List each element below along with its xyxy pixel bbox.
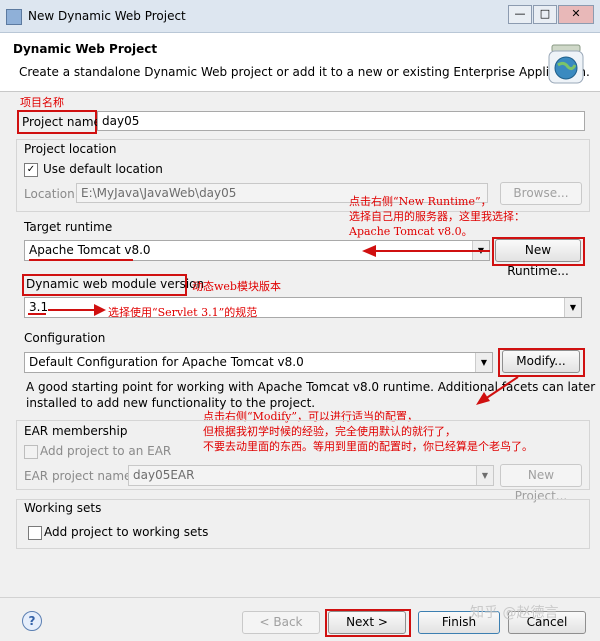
target-runtime-label: Target runtime (24, 220, 113, 234)
watermark: 知乎 @赵德言 (470, 605, 559, 621)
ear-project-select[interactable]: day05EAR ▼ (128, 465, 494, 486)
annotation-line: 选择自己用的服务器，这里我选择： (349, 210, 525, 223)
annotation-line: 点击右侧“New Runtime”， (349, 195, 492, 208)
ear-project-value: day05EAR (133, 468, 195, 482)
new-ear-project-button[interactable]: New Project... (500, 464, 582, 503)
configuration-value: Default Configuration for Apache Tomcat … (29, 355, 304, 369)
project-name-annotation: 项目名称 (20, 96, 64, 109)
runtime-underline (29, 259, 133, 261)
configuration-description-2: installed to add new functionality to th… (26, 396, 316, 410)
project-name-label: Project name: (22, 115, 105, 129)
help-icon[interactable]: ? (22, 611, 42, 631)
configuration-select[interactable]: Default Configuration for Apache Tomcat … (24, 352, 493, 373)
add-to-ear-checkbox[interactable] (24, 445, 38, 459)
arrow-to-runtime-icon (362, 245, 490, 257)
module-version-value: 3.1 (29, 300, 49, 314)
chevron-down-icon: ▼ (475, 353, 492, 372)
chevron-down-icon: ▼ (476, 466, 493, 485)
use-default-location-label: Use default location (43, 162, 163, 176)
wizard-header: Dynamic Web Project Create a standalone … (0, 33, 600, 92)
ear-membership-label: EAR membership (24, 424, 128, 438)
module-version-underline (28, 313, 46, 315)
add-to-ear-label: Add project to an EAR (40, 444, 172, 458)
module-version-annotation: 动态web模块版本 (192, 280, 281, 293)
app-icon (6, 9, 22, 25)
arrow-to-modify-icon (476, 376, 519, 405)
location-label: Location: (24, 187, 79, 201)
close-button[interactable]: ✕ (558, 5, 594, 24)
modify-highlight (498, 348, 585, 377)
add-to-working-sets-label: Add project to working sets (44, 525, 209, 539)
working-sets-label: Working sets (24, 501, 102, 515)
project-location-label: Project location (24, 142, 117, 156)
window-title: New Dynamic Web Project (28, 9, 186, 23)
working-sets-group (16, 499, 590, 549)
module-version-label: Dynamic web module version (26, 277, 205, 291)
title-bar: New Dynamic Web Project — □ ✕ (0, 0, 600, 33)
next-highlight (325, 609, 411, 637)
arrow-to-servlet-icon (48, 304, 106, 316)
back-button[interactable]: < Back (242, 611, 320, 634)
add-to-working-sets-checkbox[interactable] (28, 526, 42, 540)
minimize-button[interactable]: — (508, 5, 532, 24)
new-runtime-annotation: 点击右侧“New Runtime”， 选择自己用的服务器，这里我选择： Apac… (349, 194, 525, 239)
use-default-location-checkbox[interactable]: ✓ (24, 163, 38, 177)
target-runtime-value: Apache Tomcat v8.0 (29, 243, 151, 257)
footer-separator (0, 597, 600, 598)
maximize-button[interactable]: □ (533, 5, 557, 24)
chevron-down-icon: ▼ (564, 298, 581, 317)
ear-project-name-label: EAR project name: (24, 469, 136, 483)
globe-jar-icon (548, 44, 584, 84)
configuration-label: Configuration (24, 331, 106, 345)
page-description: Create a standalone Dynamic Web project … (19, 65, 590, 79)
new-runtime-highlight (492, 237, 585, 266)
page-title: Dynamic Web Project (13, 42, 158, 56)
project-name-input[interactable]: day05 (97, 111, 585, 131)
servlet-annotation: 选择使用“Servlet 3.1”的规范 (108, 306, 258, 319)
